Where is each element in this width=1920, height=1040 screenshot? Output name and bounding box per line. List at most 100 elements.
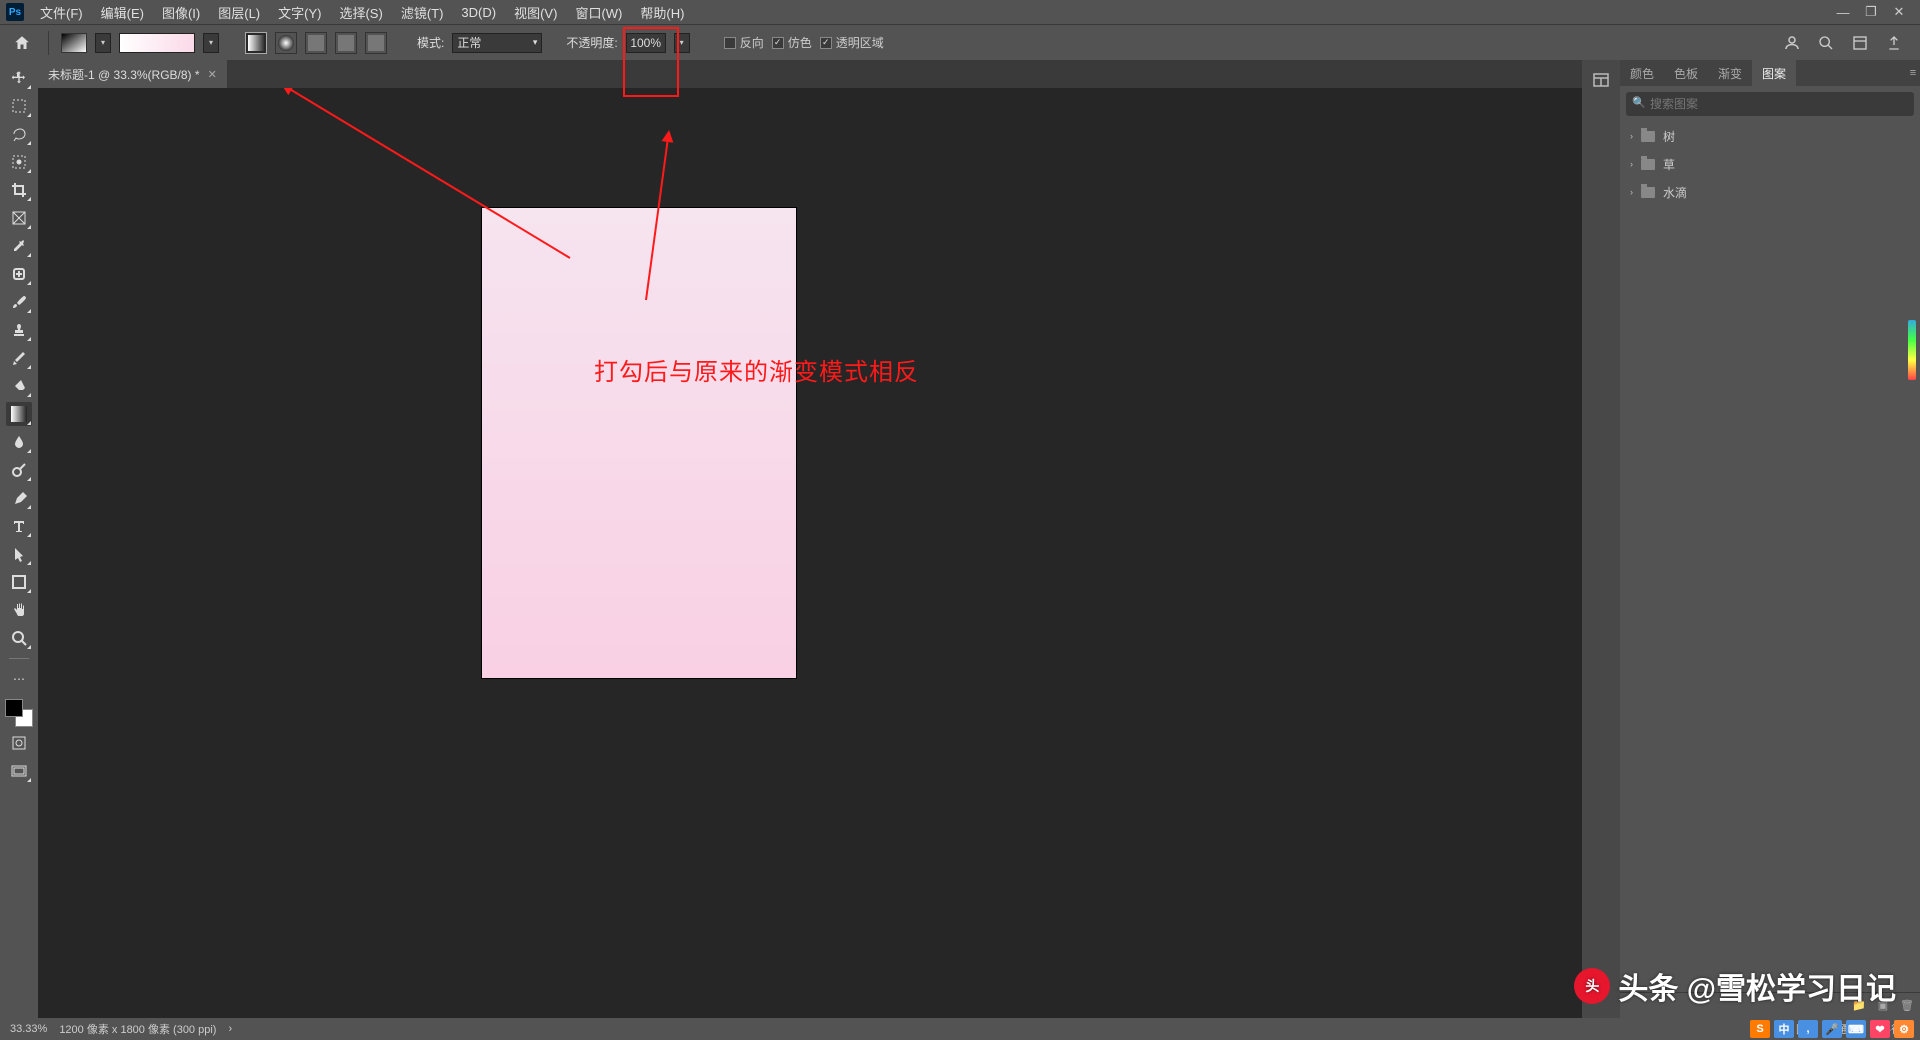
edit-toolbar[interactable]: ⋯ xyxy=(6,667,32,691)
brush-tool[interactable] xyxy=(6,290,32,314)
menu-image[interactable]: 图像(I) xyxy=(154,0,208,25)
canvas[interactable] xyxy=(482,208,796,678)
document-tab[interactable]: 未标题-1 @ 33.3%(RGB/8) * ✕ xyxy=(38,60,227,88)
color-swatches[interactable] xyxy=(5,699,33,727)
blur-tool[interactable] xyxy=(6,430,32,454)
zoom-tool[interactable] xyxy=(6,626,32,650)
eyedropper-tool[interactable] xyxy=(6,234,32,258)
mode-label: 模式: xyxy=(417,34,444,51)
menu-file[interactable]: 文件(F) xyxy=(32,0,91,25)
crop-tool[interactable] xyxy=(6,178,32,202)
search-icon[interactable] xyxy=(1816,33,1836,53)
pattern-search[interactable] xyxy=(1626,92,1914,116)
search-input[interactable] xyxy=(1626,92,1914,116)
delete-icon[interactable]: 🗑 xyxy=(1900,999,1914,1013)
type-tool[interactable] xyxy=(6,514,32,538)
quick-mask-icon[interactable] xyxy=(6,731,32,755)
window-controls: — ❐ ✕ xyxy=(1836,5,1914,19)
annotation-highlight-box xyxy=(623,27,679,97)
folder-icon xyxy=(1641,159,1655,170)
ime-icon[interactable]: S xyxy=(1750,1020,1770,1038)
ime-icon[interactable]: , xyxy=(1798,1020,1818,1038)
tab-color[interactable]: 颜色 xyxy=(1620,60,1664,86)
marquee-tool[interactable] xyxy=(6,94,32,118)
gradient-radial-icon[interactable] xyxy=(275,32,297,54)
menu-bar: Ps 文件(F) 编辑(E) 图像(I) 图层(L) 文字(Y) 选择(S) 滤… xyxy=(0,0,1920,24)
workspace: ⋯ 未标题-1 @ 33.3%(RGB/8) * ✕ 打勾后与原来的渐变模式相反 xyxy=(0,60,1920,1018)
gradient-angle-icon[interactable] xyxy=(305,32,327,54)
document-tabs: 未标题-1 @ 33.3%(RGB/8) * ✕ xyxy=(38,60,1582,88)
maximize-icon[interactable]: ❐ xyxy=(1864,5,1878,19)
lasso-tool[interactable] xyxy=(6,122,32,146)
home-button[interactable] xyxy=(8,29,36,57)
eraser-tool[interactable] xyxy=(6,374,32,398)
menu-select[interactable]: 选择(S) xyxy=(331,0,390,25)
screen-mode-icon[interactable] xyxy=(6,759,32,783)
annotation-text: 打勾后与原来的渐变模式相反 xyxy=(594,352,919,387)
gradient-diamond-icon[interactable] xyxy=(365,32,387,54)
gradient-preset[interactable] xyxy=(61,33,87,53)
ime-icon[interactable]: ⌨ xyxy=(1846,1020,1866,1038)
color-bar xyxy=(1908,320,1916,380)
info-chevron-icon[interactable]: › xyxy=(228,1023,232,1035)
healing-tool[interactable] xyxy=(6,262,32,286)
menu-layer[interactable]: 图层(L) xyxy=(210,0,268,25)
close-icon[interactable]: ✕ xyxy=(1892,5,1906,19)
quick-select-tool[interactable] xyxy=(6,150,32,174)
mode-select[interactable]: 正常 xyxy=(452,33,542,53)
tab-patterns[interactable]: 图案 xyxy=(1752,60,1796,86)
folder-icon xyxy=(1641,187,1655,198)
move-tool[interactable] xyxy=(6,66,32,90)
ime-icon[interactable]: 🎤 xyxy=(1822,1020,1842,1038)
menu-3d[interactable]: 3D(D) xyxy=(453,2,504,23)
cloud-doc-icon[interactable] xyxy=(1782,33,1802,53)
ime-tray: S 中 , 🎤 ⌨ ❤ ⚙ xyxy=(1750,1018,1914,1040)
stamp-tool[interactable] xyxy=(6,318,32,342)
ime-icon[interactable]: 中 xyxy=(1774,1020,1794,1038)
collapsed-dock xyxy=(1582,60,1620,1018)
reverse-checkbox[interactable]: 反向 xyxy=(724,34,764,51)
zoom-level[interactable]: 33.33% xyxy=(10,1023,47,1035)
dock-panel-icon[interactable] xyxy=(1591,70,1611,90)
canvas-viewport[interactable]: 打勾后与原来的渐变模式相反 xyxy=(38,88,1582,1018)
history-brush-tool[interactable] xyxy=(6,346,32,370)
menu-type[interactable]: 文字(Y) xyxy=(270,0,329,25)
menu-filter[interactable]: 滤镜(T) xyxy=(393,0,452,25)
pen-tool[interactable] xyxy=(6,486,32,510)
gradient-picker[interactable] xyxy=(119,33,195,53)
tab-swatches[interactable]: 色板 xyxy=(1664,60,1708,86)
gradient-linear-icon[interactable] xyxy=(245,32,267,54)
pattern-folder[interactable]: ›水滴 xyxy=(1620,178,1920,206)
pattern-folder[interactable]: ›树 xyxy=(1620,122,1920,150)
preset-dropdown[interactable]: ▾ xyxy=(95,33,111,53)
dodge-tool[interactable] xyxy=(6,458,32,482)
document-area: 未标题-1 @ 33.3%(RGB/8) * ✕ 打勾后与原来的渐变模式相反 xyxy=(38,60,1582,1018)
menu-window[interactable]: 窗口(W) xyxy=(567,0,630,25)
share-icon[interactable] xyxy=(1884,33,1904,53)
transparency-checkbox[interactable]: 透明区域 xyxy=(820,34,884,51)
hand-tool[interactable] xyxy=(6,598,32,622)
gradient-dropdown[interactable]: ▾ xyxy=(203,33,219,53)
pattern-folder[interactable]: ›草 xyxy=(1620,150,1920,178)
status-bar: 33.33% 1200 像素 x 1800 像素 (300 ppi) › 图层 … xyxy=(0,1018,1920,1040)
path-select-tool[interactable] xyxy=(6,542,32,566)
frame-tool[interactable] xyxy=(6,206,32,230)
gradient-tool[interactable] xyxy=(6,402,32,426)
app-logo: Ps xyxy=(6,3,24,21)
dither-checkbox[interactable]: 仿色 xyxy=(772,34,812,51)
ime-icon[interactable]: ❤ xyxy=(1870,1020,1890,1038)
doc-info[interactable]: 1200 像素 x 1800 像素 (300 ppi) xyxy=(59,1021,216,1037)
tab-close-icon[interactable]: ✕ xyxy=(208,68,217,81)
panel-menu-icon[interactable]: ≡ xyxy=(1906,66,1920,80)
watermark: 头 头条 @雪松学习日记 xyxy=(1574,964,1896,1008)
tab-gradients[interactable]: 渐变 xyxy=(1708,60,1752,86)
gradient-reflected-icon[interactable] xyxy=(335,32,357,54)
shape-tool[interactable] xyxy=(6,570,32,594)
minimize-icon[interactable]: — xyxy=(1836,5,1850,19)
workspace-icon[interactable] xyxy=(1850,33,1870,53)
menu-edit[interactable]: 编辑(E) xyxy=(93,0,152,25)
menu-view[interactable]: 视图(V) xyxy=(506,0,565,25)
ime-icon[interactable]: ⚙ xyxy=(1894,1020,1914,1038)
folder-icon xyxy=(1641,131,1655,142)
menu-help[interactable]: 帮助(H) xyxy=(632,0,692,25)
